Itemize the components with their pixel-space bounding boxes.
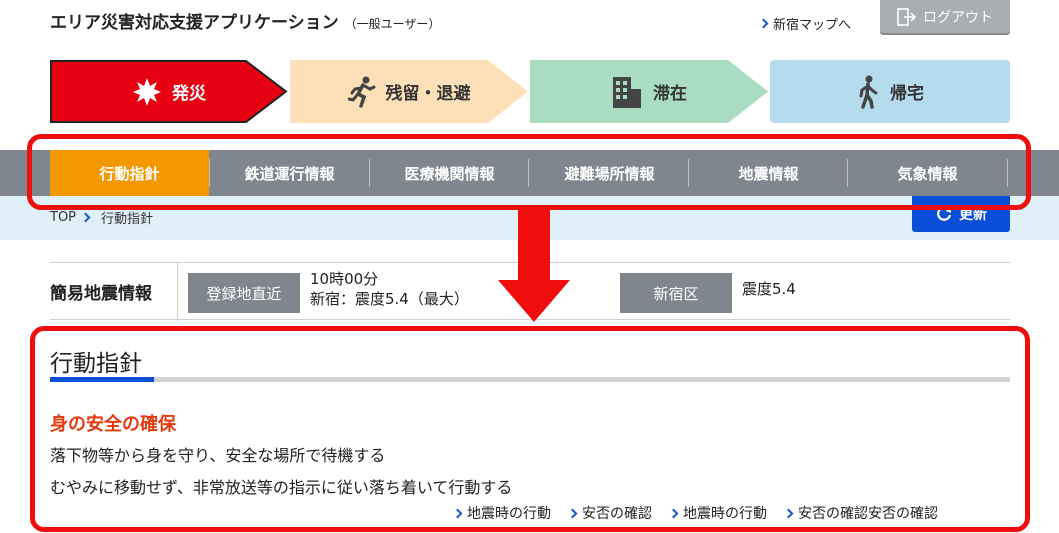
breadcrumb-top-link[interactable]: TOP bbox=[50, 210, 76, 225]
user-role-label: （一般ユーザー） bbox=[344, 17, 441, 31]
app-title: エリア災害対応支援アプリケーション （一般ユーザー） bbox=[50, 8, 440, 33]
breadcrumb: TOP 行動指針 bbox=[50, 208, 153, 227]
quake-time-detail: 10時00分 新宿：震度5.4（最大） bbox=[310, 269, 469, 309]
logout-icon bbox=[897, 7, 917, 26]
running-person-icon bbox=[347, 76, 375, 108]
annotation-box-content bbox=[30, 326, 1030, 532]
quake-divider bbox=[177, 263, 178, 321]
annotation-down-arrow-icon bbox=[498, 208, 570, 322]
phase-hassai[interactable]: 発災 bbox=[50, 60, 288, 123]
chevron-right-icon bbox=[758, 18, 769, 29]
phase-zanryu-taihi[interactable]: 残留・退避 bbox=[290, 60, 528, 123]
quake-intensity-detail: 新宿：震度5.4（最大） bbox=[310, 290, 469, 308]
logout-label: ログアウト bbox=[923, 9, 993, 26]
building-icon bbox=[613, 76, 641, 108]
phase-label: 帰宅 bbox=[890, 84, 924, 104]
phase-label: 残留・退避 bbox=[385, 84, 471, 104]
chevron-right-icon bbox=[80, 212, 91, 223]
shinjuku-ward-button[interactable]: 新宿区 bbox=[620, 273, 732, 313]
phase-taizai[interactable]: 滞在 bbox=[530, 60, 768, 123]
nearest-registered-button[interactable]: 登録地直近 bbox=[188, 273, 300, 313]
annotation-box-nav bbox=[27, 134, 1031, 210]
phase-label: 滞在 bbox=[653, 84, 687, 104]
map-link-label: 新宿マップへ bbox=[773, 18, 852, 33]
phase-label: 発災 bbox=[172, 84, 206, 104]
breadcrumb-current: 行動指針 bbox=[101, 212, 154, 227]
shinjuku-map-link[interactable]: 新宿マップへ bbox=[758, 14, 852, 33]
burst-icon bbox=[133, 77, 161, 106]
phase-kitaku[interactable]: 帰宅 bbox=[770, 60, 1010, 123]
logout-button[interactable]: ログアウト bbox=[880, 0, 1010, 33]
app-title-text: エリア災害対応支援アプリケーション bbox=[50, 13, 339, 33]
quake-time: 10時00分 bbox=[310, 270, 379, 288]
ward-intensity: 震度5.4 bbox=[742, 280, 796, 298]
walking-person-icon bbox=[859, 75, 878, 109]
quake-info-title: 簡易地震情報 bbox=[50, 284, 152, 304]
